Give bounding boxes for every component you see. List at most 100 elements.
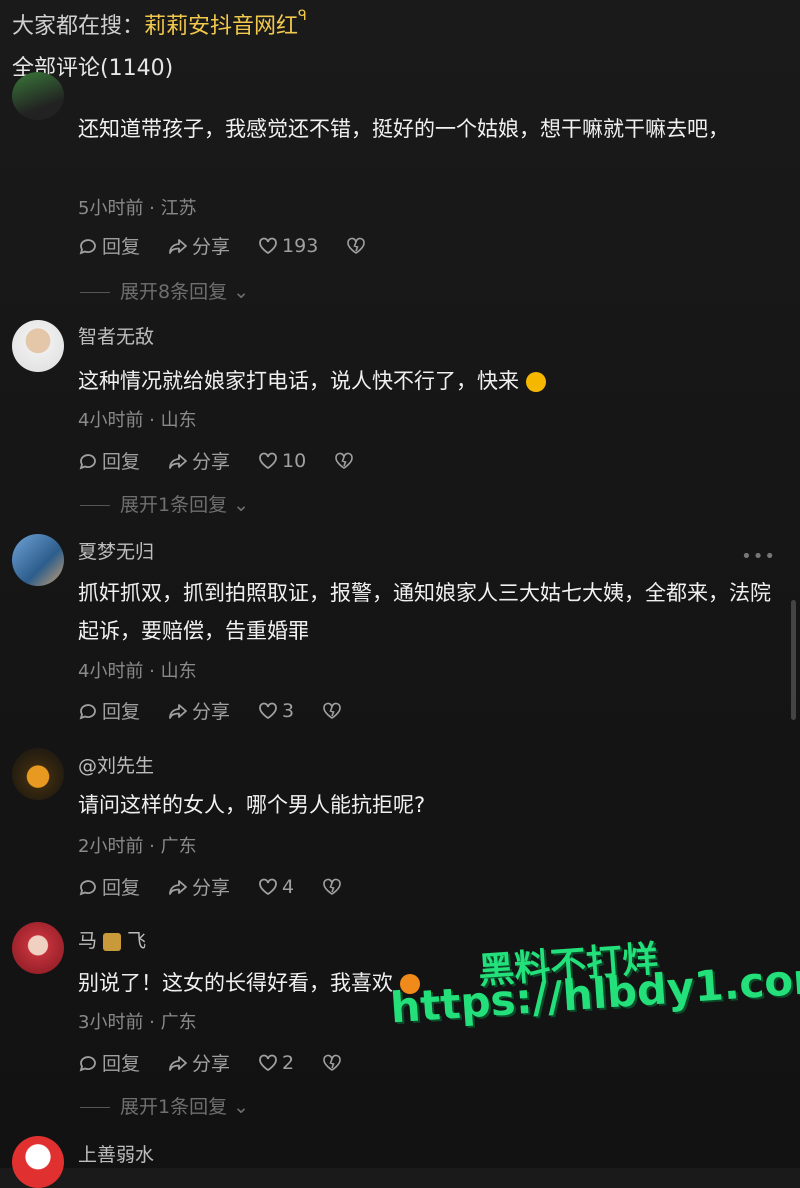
share-icon [169, 703, 187, 719]
share-label: 分享 [192, 236, 231, 258]
comment-text: 抓奸抓双，抓到拍照取证，报警，通知娘家人三大姑七大姨，全都来，法院起诉，要赔偿，… [78, 581, 771, 643]
comment-text: 还知道带孩子，我感觉还不错，挺好的一个姑娘，想干嘛就干嘛去吧， [78, 117, 729, 141]
dislike-button[interactable] [322, 701, 342, 721]
comment-actions: 回复 分享 10 [78, 447, 354, 474]
like-count: 4 [282, 875, 295, 898]
heart-icon [259, 237, 277, 254]
reply-icon [79, 703, 96, 719]
reply-icon [79, 453, 96, 469]
avatar[interactable] [12, 1136, 64, 1188]
broken-heart-icon [347, 237, 366, 254]
like-count: 193 [282, 234, 319, 257]
share-label: 分享 [192, 701, 231, 723]
divider [80, 292, 110, 293]
share-icon [169, 1055, 187, 1071]
share-icon [169, 453, 187, 469]
broken-heart-icon [335, 452, 354, 469]
comment-meta: 2小时前 · 广东 [78, 836, 197, 857]
like-button[interactable]: 10 [258, 450, 306, 472]
share-label: 分享 [192, 877, 231, 899]
reply-label: 回复 [102, 451, 141, 473]
expand-replies-label: 展开1条回复 [120, 494, 228, 516]
avatar[interactable] [12, 534, 64, 586]
scrollbar[interactable] [791, 600, 796, 720]
expand-replies-button[interactable]: 展开1条回复 ⌄ [80, 490, 249, 517]
avatar[interactable] [12, 72, 64, 120]
expand-replies-label: 展开1条回复 [120, 1096, 228, 1118]
dislike-button[interactable] [322, 877, 342, 897]
heart-icon [259, 1054, 277, 1071]
search-keyword-link[interactable]: 莉莉安抖音网红 [144, 14, 298, 39]
divider [80, 1107, 110, 1108]
more-options-icon[interactable]: ••• [741, 546, 776, 567]
like-count: 3 [282, 699, 295, 722]
expand-replies-label: 展开8条回复 [120, 281, 228, 303]
reply-button[interactable]: 回复 [78, 1049, 140, 1076]
search-prefix: 大家都在搜： [12, 14, 145, 39]
laughing-emoji-icon [525, 372, 546, 392]
comment-meta: 4小时前 · 山东 [78, 410, 197, 431]
search-icon: ᑫ [298, 8, 307, 24]
comment-text-content: 别说了！这女的长得好看，我喜欢 [78, 971, 393, 995]
chevron-down-icon: ⌄ [227, 281, 250, 303]
like-button[interactable]: 3 [258, 700, 294, 722]
share-label: 分享 [192, 451, 231, 473]
reply-icon [79, 238, 96, 254]
reply-button[interactable]: 回复 [78, 697, 140, 724]
reply-icon [79, 879, 96, 895]
dislike-button[interactable] [334, 451, 354, 471]
comment-meta: 3小时前 · 广东 [78, 1012, 197, 1033]
comment-author-part: 飞 [127, 930, 147, 952]
share-icon [169, 879, 187, 895]
avatar[interactable] [12, 922, 64, 974]
share-button[interactable]: 分享 [168, 232, 230, 259]
reply-button[interactable]: 回复 [78, 873, 140, 900]
comment-actions: 回复 分享 4 [78, 873, 342, 900]
broken-heart-icon [323, 878, 341, 895]
comment-meta: 4小时前 · 山东 [78, 661, 197, 682]
comment-text: 请问这样的女人，哪个男人能抗拒呢? [78, 793, 426, 817]
heart-icon [259, 452, 277, 469]
broken-heart-icon [323, 702, 341, 719]
like-button[interactable]: 2 [258, 1052, 294, 1074]
reply-label: 回复 [102, 236, 141, 258]
dislike-button[interactable] [322, 1053, 342, 1073]
comment-author[interactable]: 夏梦无归 [78, 537, 154, 564]
comment-author[interactable]: 智者无敌 [78, 322, 154, 349]
expand-replies-button[interactable]: 展开1条回复 ⌄ [80, 1092, 249, 1119]
reply-button[interactable]: 回复 [78, 447, 140, 474]
avatar[interactable] [12, 748, 64, 800]
dislike-button[interactable] [346, 236, 366, 256]
share-label: 分享 [192, 1053, 231, 1075]
chevron-down-icon: ⌄ [227, 494, 250, 516]
share-button[interactable]: 分享 [168, 447, 230, 474]
expand-replies-button[interactable]: 展开8条回复 ⌄ [80, 277, 249, 304]
broken-heart-icon [323, 1054, 341, 1071]
comment-author[interactable]: @刘先生 [78, 751, 154, 778]
avatar[interactable] [12, 320, 64, 372]
comment-author[interactable]: 马 飞 [78, 926, 146, 953]
comment-text: 这种情况就给娘家打电话，说人快不行了，快来 [78, 362, 778, 400]
share-icon [169, 238, 187, 254]
reply-button[interactable]: 回复 [78, 232, 140, 259]
comment-meta: 5小时前 · 江苏 [78, 198, 197, 219]
comment-actions: 回复 分享 3 [78, 697, 342, 724]
comment-author-part: 马 [78, 930, 98, 952]
reply-label: 回复 [102, 1053, 141, 1075]
comment-author[interactable]: 上善弱水 [78, 1140, 154, 1167]
reply-label: 回复 [102, 701, 141, 723]
share-button[interactable]: 分享 [168, 697, 230, 724]
search-suggestion-bar[interactable]: 大家都在搜：莉莉安抖音网红ᑫ [12, 8, 307, 40]
comment-text-content: 这种情况就给娘家打电话，说人快不行了，快来 [78, 369, 519, 393]
badge-icon [103, 932, 122, 951]
like-count: 2 [282, 1051, 295, 1074]
share-button[interactable]: 分享 [168, 873, 230, 900]
like-button[interactable]: 4 [258, 876, 294, 898]
share-button[interactable]: 分享 [168, 1049, 230, 1076]
heart-icon [259, 878, 277, 895]
reply-icon [79, 1055, 96, 1071]
like-button[interactable]: 193 [258, 235, 318, 257]
heart-icon [259, 702, 277, 719]
divider [80, 505, 110, 506]
chevron-down-icon: ⌄ [227, 1096, 250, 1118]
